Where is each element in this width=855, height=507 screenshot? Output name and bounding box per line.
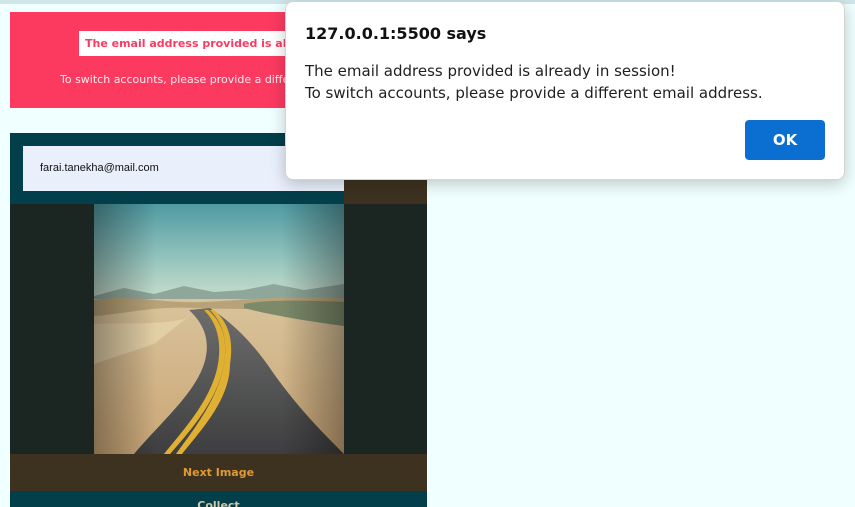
error-message: The email address provided is already in… xyxy=(85,37,314,50)
alert-dialog: 127.0.0.1:5500 says The email address pr… xyxy=(285,1,845,180)
dialog-message-line1: The email address provided is already in… xyxy=(305,62,676,80)
dialog-message-line2: To switch accounts, please provide a dif… xyxy=(305,84,763,102)
ok-button[interactable]: OK xyxy=(745,120,825,160)
next-image-button[interactable]: Next Image xyxy=(10,454,427,491)
dialog-message: The email address provided is already in… xyxy=(305,60,825,104)
image-card: farai.tanekha@mail.com Next Image Collec… xyxy=(10,133,427,507)
image-area xyxy=(10,204,427,454)
error-subtext: To switch accounts, please provide a dif… xyxy=(60,73,300,86)
card-corner xyxy=(344,179,427,204)
dialog-title: 127.0.0.1:5500 says xyxy=(305,24,487,43)
desert-road-image xyxy=(94,204,344,454)
email-value: farai.tanekha@mail.com xyxy=(40,162,159,174)
collect-button[interactable]: Collect xyxy=(10,491,427,507)
error-message-pill: The email address provided is already in… xyxy=(79,31,314,56)
